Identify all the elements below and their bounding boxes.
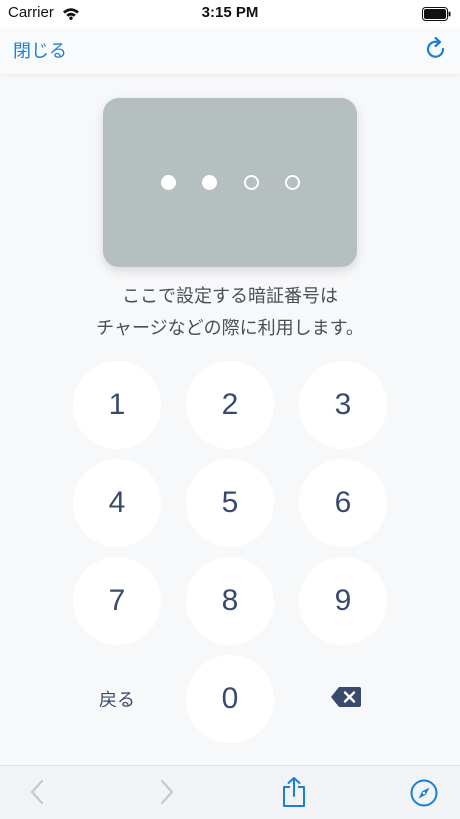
keypad-key-8[interactable]: 8	[186, 557, 274, 645]
keypad-key-4[interactable]: 4	[73, 459, 161, 547]
keypad-key-1[interactable]: 1	[73, 361, 161, 449]
nav-bar: 閉じる	[0, 28, 460, 74]
status-time: 3:15 PM	[201, 4, 259, 21]
back-arrow-icon[interactable]	[27, 778, 47, 810]
instruction-text: ここで設定する暗証番号は チャージなどの際に利用します。	[0, 281, 460, 345]
keypad-key-7[interactable]: 7	[73, 557, 161, 645]
pin-dot	[161, 175, 176, 190]
keypad-key-0[interactable]: 0	[186, 655, 274, 743]
keypad-key-3[interactable]: 3	[299, 361, 387, 449]
instruction-line-1: ここで設定する暗証番号は	[122, 286, 338, 307]
pin-display-card	[103, 98, 357, 267]
keypad-key-5[interactable]: 5	[186, 459, 274, 547]
pin-dot	[244, 175, 259, 190]
compass-icon[interactable]	[409, 778, 439, 812]
close-button[interactable]: 閉じる	[13, 37, 67, 63]
keypad-key-9[interactable]: 9	[299, 557, 387, 645]
back-key[interactable]: 戻る	[73, 686, 161, 712]
backspace-icon[interactable]	[330, 686, 362, 712]
keypad-key-6[interactable]: 6	[299, 459, 387, 547]
reload-icon[interactable]	[424, 36, 448, 66]
battery-icon	[422, 6, 452, 25]
pin-dot	[202, 175, 217, 190]
pin-dot	[285, 175, 300, 190]
status-bar: Carrier 3:15 PM	[0, 0, 460, 28]
browser-toolbar	[0, 765, 460, 819]
forward-arrow-icon[interactable]	[157, 778, 177, 810]
keypad-key-2[interactable]: 2	[186, 361, 274, 449]
share-icon[interactable]	[281, 776, 307, 812]
instruction-line-2: チャージなどの際に利用します。	[96, 318, 364, 339]
